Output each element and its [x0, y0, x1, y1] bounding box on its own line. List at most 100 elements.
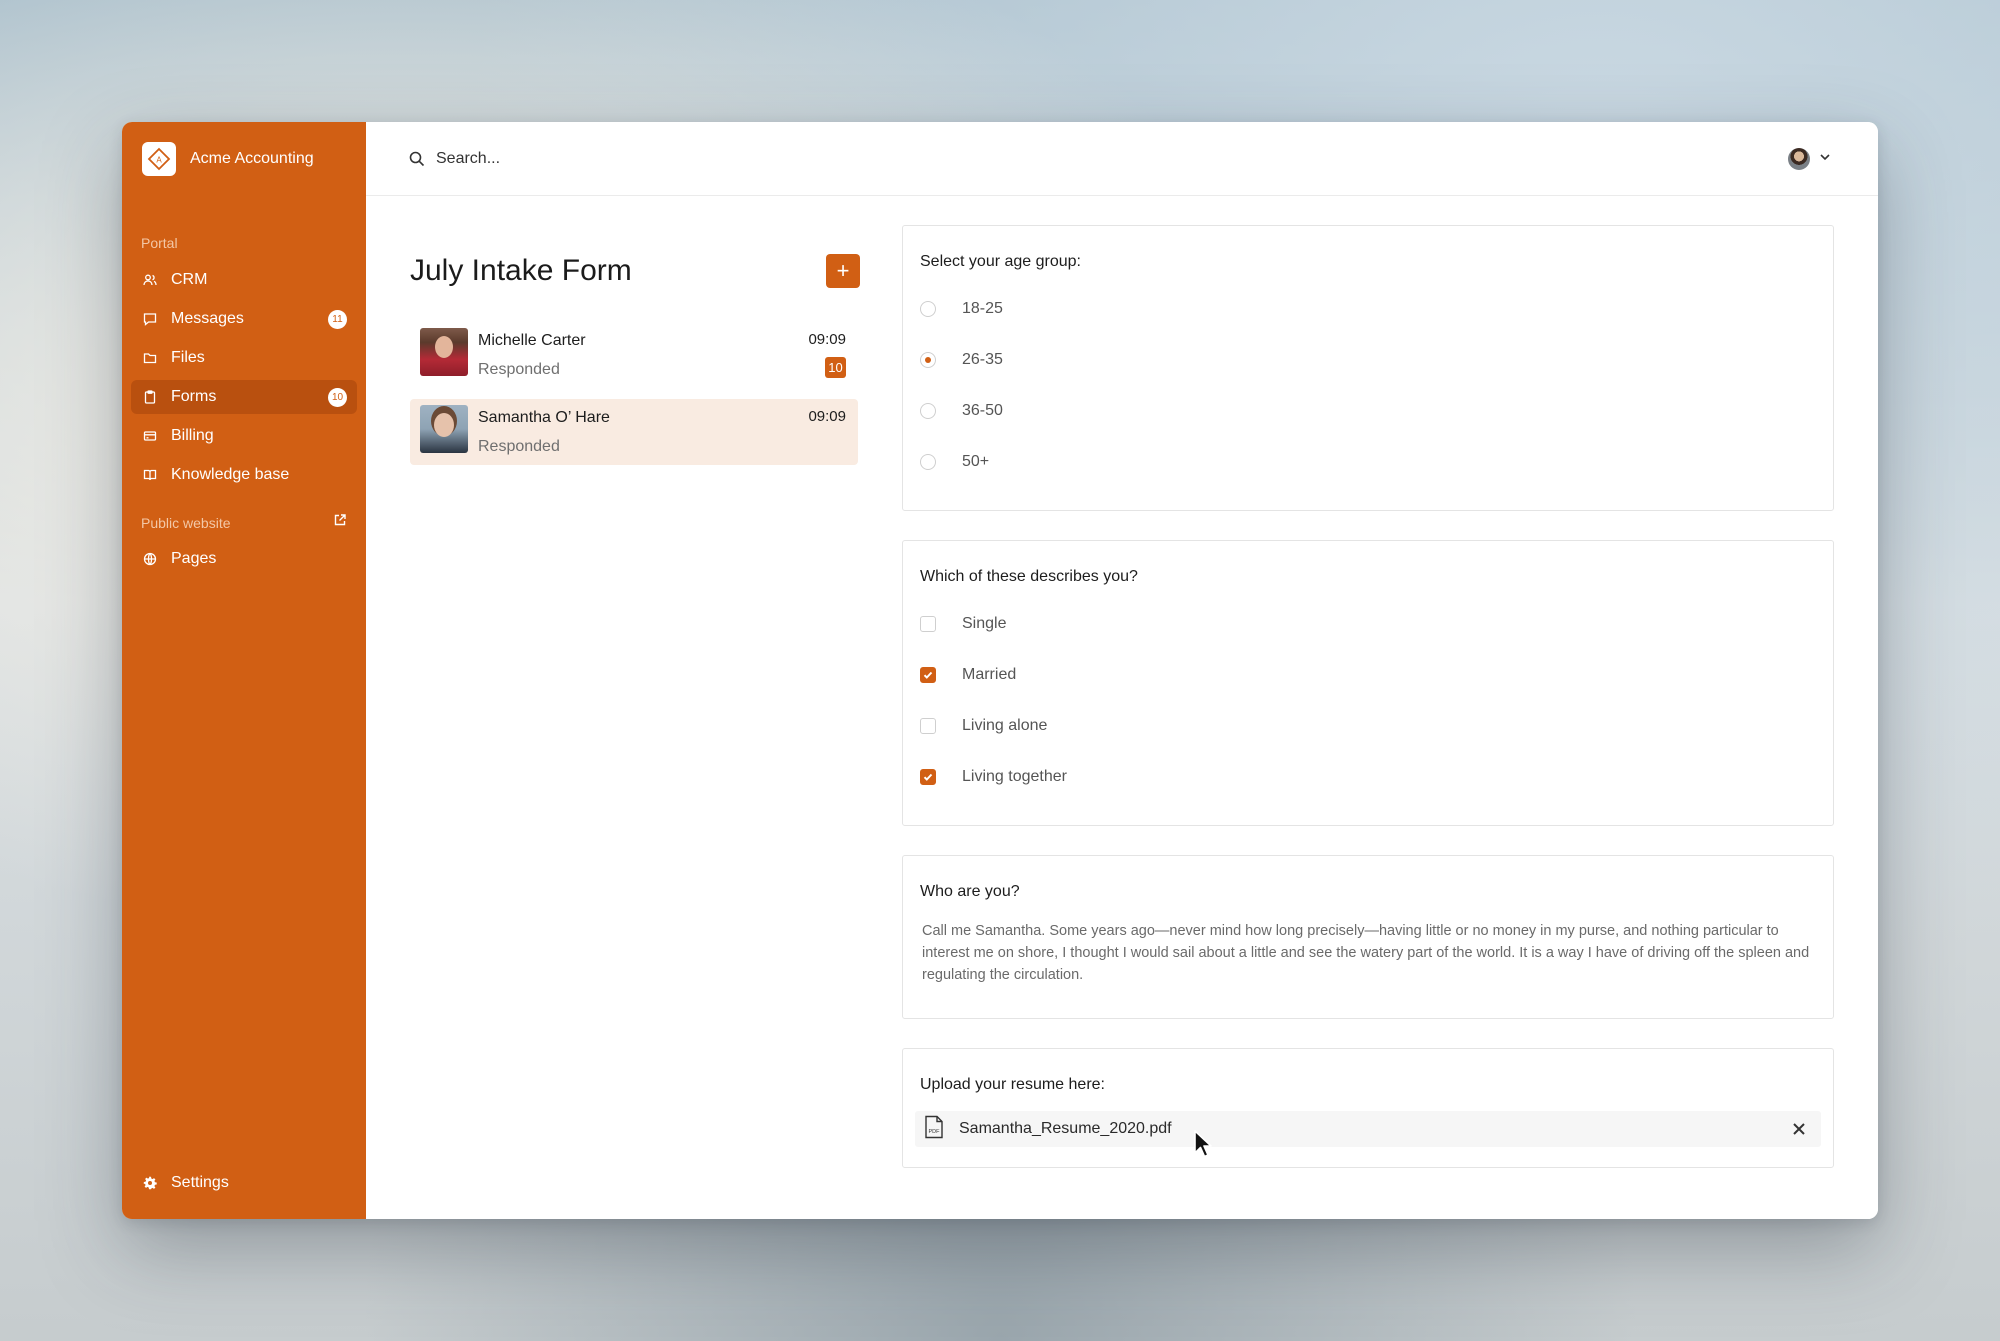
sidebar-item-label: Messages: [171, 310, 244, 327]
sidebar-item-label: Knowledge base: [171, 466, 290, 483]
upload-resume-card: Upload your resume here: PDF Samantha_Re…: [902, 1048, 1834, 1168]
avatar: [1788, 148, 1810, 170]
sidebar-item-label: Billing: [171, 427, 214, 444]
search-icon: [408, 150, 426, 168]
respondent-name: Michelle Carter: [478, 332, 586, 349]
radio-button-selected[interactable]: [920, 352, 936, 368]
globe-icon: [142, 551, 158, 567]
folder-icon: [142, 350, 158, 366]
respondent-status: Responded: [478, 438, 560, 455]
avatar: [420, 405, 468, 453]
top-bar: [366, 122, 1878, 196]
sidebar-item-label: Files: [171, 349, 205, 366]
sidebar: A Acme Accounting Portal CRM Messages 11: [122, 122, 366, 1219]
sidebar-item-files[interactable]: Files: [131, 341, 357, 375]
describe-option-single[interactable]: Single: [920, 611, 1006, 637]
sidebar-item-billing[interactable]: Billing: [131, 419, 357, 453]
clipboard-icon: [142, 389, 158, 405]
public-website-label: Public website: [141, 514, 231, 531]
answer-text: Call me Samantha. Some years ago—never m…: [922, 923, 1810, 983]
describe-option-married[interactable]: Married: [920, 662, 1016, 688]
respondent-status: Responded: [478, 361, 560, 378]
user-menu[interactable]: [1788, 148, 1832, 170]
pdf-file-icon: PDF: [923, 1115, 945, 1144]
radio-button[interactable]: [920, 403, 936, 419]
radio-button[interactable]: [920, 454, 936, 470]
sidebar-item-label: CRM: [171, 271, 208, 288]
add-button[interactable]: +: [826, 254, 860, 288]
credit-card-icon: [142, 428, 158, 444]
sidebar-item-messages[interactable]: Messages 11: [131, 302, 357, 336]
brand[interactable]: A Acme Accounting: [142, 142, 314, 176]
close-icon[interactable]: [1791, 1121, 1807, 1137]
question-title: Which of these describes you?: [920, 568, 1138, 585]
age-option-36-50[interactable]: 36-50: [920, 398, 1003, 424]
question-title: Upload your resume here:: [920, 1076, 1105, 1093]
chevron-down-icon: [1818, 150, 1832, 169]
describes-you-card: Which of these describes you? Single Mar…: [902, 540, 1834, 826]
search-input[interactable]: [436, 149, 1036, 168]
respondent-count-badge: 10: [825, 357, 846, 378]
checkbox-checked[interactable]: [920, 667, 936, 683]
public-nav: Pages: [131, 542, 357, 581]
page-title: July Intake Form: [410, 254, 632, 287]
respondent-time: 09:09: [808, 408, 846, 425]
portal-section-label: Portal: [141, 235, 178, 251]
option-label: 18-25: [962, 300, 1003, 317]
respondent-row[interactable]: Michelle Carter Responded 09:09 10: [410, 322, 858, 388]
avatar: [420, 328, 468, 376]
who-are-you-card: Who are you? Call me Samantha. Some year…: [902, 855, 1834, 1019]
forms-count-badge: 10: [328, 388, 347, 407]
checkmark-icon: [923, 671, 933, 679]
public-website-section: Public website: [141, 513, 347, 532]
option-label: Living together: [962, 768, 1067, 785]
sidebar-item-settings[interactable]: Settings: [131, 1166, 357, 1200]
checkbox-checked[interactable]: [920, 769, 936, 785]
app-name: Acme Accounting: [190, 150, 314, 167]
option-label: 36-50: [962, 402, 1003, 419]
sidebar-item-pages[interactable]: Pages: [131, 542, 357, 576]
mouse-cursor-icon: [1193, 1129, 1213, 1159]
message-icon: [142, 311, 158, 327]
age-option-26-35[interactable]: 26-35: [920, 347, 1003, 373]
respondent-time: 09:09: [808, 331, 846, 348]
messages-count-badge: 11: [328, 310, 347, 329]
users-icon: [142, 272, 158, 288]
svg-text:A: A: [156, 156, 162, 165]
age-group-card: Select your age group: 18-25 26-35 36-50…: [902, 225, 1834, 511]
option-label: 50+: [962, 453, 990, 470]
book-icon: [142, 467, 158, 483]
question-title: Who are you?: [920, 883, 1020, 900]
question-title: Select your age group:: [920, 253, 1081, 270]
option-label: Married: [962, 666, 1017, 683]
portal-nav: CRM Messages 11 Files Forms 10 Billing K…: [131, 263, 357, 497]
option-label: Living alone: [962, 717, 1048, 734]
describe-option-living-together[interactable]: Living together: [920, 764, 1067, 790]
sidebar-item-forms[interactable]: Forms 10: [131, 380, 357, 414]
external-link-icon[interactable]: [333, 513, 347, 532]
settings-section: Settings: [131, 1166, 357, 1205]
brand-logo: A: [142, 142, 176, 176]
age-option-50-plus[interactable]: 50+: [920, 449, 989, 475]
svg-text:PDF: PDF: [929, 1129, 941, 1135]
sidebar-item-crm[interactable]: CRM: [131, 263, 357, 297]
main-area: July Intake Form + Michelle Carter Respo…: [366, 122, 1878, 1219]
option-label: 26-35: [962, 351, 1003, 368]
sidebar-item-label: Settings: [171, 1174, 229, 1191]
gear-icon: [142, 1175, 158, 1191]
checkbox[interactable]: [920, 718, 936, 734]
sidebar-item-knowledge-base[interactable]: Knowledge base: [131, 458, 357, 492]
sidebar-item-label: Pages: [171, 550, 217, 567]
checkmark-icon: [923, 773, 933, 781]
radio-button[interactable]: [920, 301, 936, 317]
option-label: Single: [962, 615, 1007, 632]
file-name: Samantha_Resume_2020.pdf: [959, 1120, 1172, 1137]
respondent-name: Samantha O’ Hare: [478, 409, 610, 426]
respondent-row-selected[interactable]: Samantha O’ Hare Responded 09:09: [410, 399, 858, 465]
age-option-18-25[interactable]: 18-25: [920, 296, 1003, 322]
describe-option-living-alone[interactable]: Living alone: [920, 713, 1047, 739]
sidebar-item-label: Forms: [171, 388, 217, 405]
app-window: A Acme Accounting Portal CRM Messages 11: [122, 122, 1878, 1219]
uploaded-file[interactable]: PDF Samantha_Resume_2020.pdf: [915, 1111, 1821, 1147]
checkbox[interactable]: [920, 616, 936, 632]
